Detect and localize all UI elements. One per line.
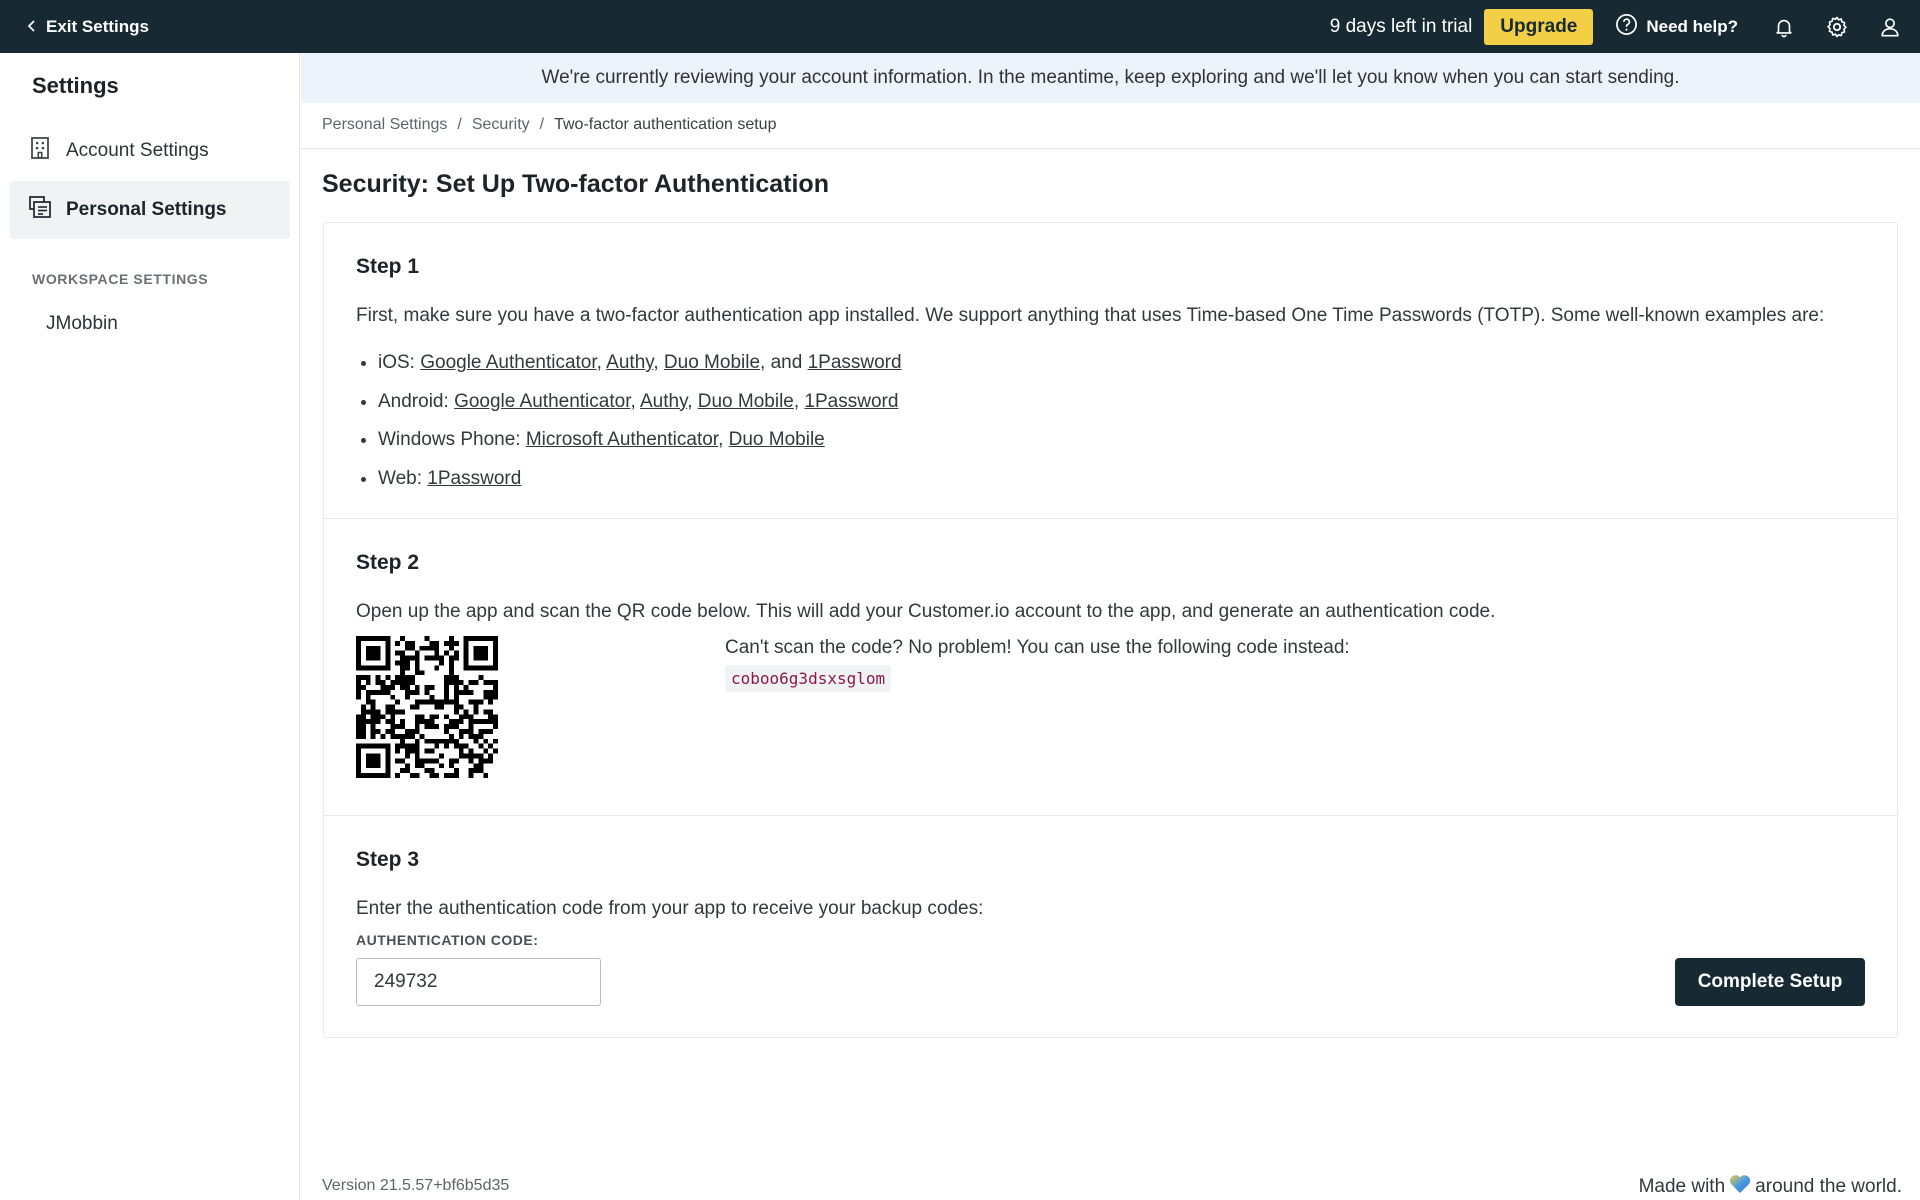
step-3-intro: Enter the authentication code from your … [356,898,984,919]
user-icon[interactable] [1878,15,1902,39]
sidebar-item-personal-settings[interactable]: Personal Settings [10,181,290,239]
app-link[interactable]: Duo Mobile [698,391,794,412]
id-card-icon [28,195,52,225]
top-bar: Exit Settings 9 days left in trial Upgra… [0,0,1920,53]
authentication-code-label: AUTHENTICATION CODE: [356,932,539,948]
exit-settings-label: Exit Settings [46,16,149,36]
breadcrumb-separator: / [539,116,545,133]
need-help-label: Need help? [1646,16,1738,36]
app-link[interactable]: Authy [606,352,653,373]
sidebar-title: Settings [32,73,119,98]
heart-icon [1729,1174,1751,1200]
made-with-love: Made with around the world. [1639,1174,1902,1200]
app-link[interactable]: Google Authenticator [454,391,630,412]
breadcrumb-personal-settings[interactable]: Personal Settings [322,116,447,134]
made-with-suffix: around the world. [1755,1176,1902,1197]
app-link[interactable]: Duo Mobile [664,352,760,373]
sidebar-item-workspace[interactable]: JMobbin [46,313,118,335]
exit-settings-link[interactable]: Exit Settings [0,17,149,37]
trial-status: 9 days left in trial [1329,15,1473,37]
gear-icon[interactable] [1825,15,1849,39]
two-factor-setup-card: Step 1 First, make sure you have a two-f… [323,222,1898,1038]
qr-code [356,636,498,778]
workspace-settings-heading: WORKSPACE SETTINGS [32,271,209,287]
platform-label: Android: [378,390,449,412]
platform-item: Web: 1Password [378,465,1897,504]
sidebar-item-label: Personal Settings [66,199,227,220]
platform-item: Android: Google Authenticator, Authy, Du… [378,388,1897,427]
app-link[interactable]: 1Password [808,352,902,373]
bell-icon[interactable] [1772,15,1796,39]
made-with-prefix: Made with [1638,1176,1726,1197]
app-link[interactable]: Google Authenticator [420,352,596,373]
manual-code-hint: Can't scan the code? No problem! You can… [725,637,1350,658]
step-3-heading: Step 3 [356,848,420,871]
platform-label: Windows Phone: [378,429,521,450]
step-1-intro: First, make sure you have a two-factor a… [356,305,1825,326]
step-2-intro: Open up the app and scan the QR code bel… [356,601,1496,622]
question-circle-icon [1615,13,1638,41]
app-link[interactable]: Duo Mobile [729,429,825,450]
step-3: Step 3 Enter the authentication code fro… [324,815,1897,1037]
app-link[interactable]: Microsoft Authenticator [526,429,718,450]
page-title: Security: Set Up Two-factor Authenticati… [322,170,829,198]
divider [301,148,1920,149]
complete-setup-button[interactable]: Complete Setup [1675,958,1865,1006]
platform-item: Windows Phone: Microsoft Authenticator, … [378,426,1897,465]
secret-code[interactable]: coboo6g3dsxsglom [725,665,892,692]
app-link[interactable]: 1Password [427,468,521,489]
authentication-code-input[interactable] [356,958,601,1006]
step-1: Step 1 First, make sure you have a two-f… [324,223,1897,518]
breadcrumb-security[interactable]: Security [472,116,530,134]
breadcrumb-current: Two-factor authentication setup [554,116,777,133]
step-1-heading: Step 1 [356,255,420,278]
step-2-heading: Step 2 [356,551,420,574]
platform-item: iOS: Google Authenticator, Authy, Duo Mo… [378,349,1897,388]
breadcrumb: Personal Settings / Security / Two-facto… [322,116,776,134]
banner-text: We're currently reviewing your account i… [541,67,1680,88]
need-help-button[interactable]: Need help? [1615,13,1738,41]
authenticator-app-list: iOS: Google Authenticator, Authy, Duo Mo… [378,349,1897,503]
app-link[interactable]: Authy [640,391,687,412]
upgrade-button[interactable]: Upgrade [1484,8,1594,45]
chevron-left-icon [26,17,38,37]
building-icon [28,136,52,166]
version-text: Version 21.5.57+bf6b5d35 [322,1177,510,1194]
platform-label: Web: [378,467,423,489]
step-2: Step 2 Open up the app and scan the QR c… [324,518,1897,815]
sidebar-item-label: Account Settings [66,140,209,161]
manual-code-block: Can't scan the code? No problem! You can… [725,637,1350,692]
sidebar-item-account-settings[interactable]: Account Settings [10,122,290,180]
app-link[interactable]: 1Password [804,391,898,412]
breadcrumb-separator: / [457,116,462,133]
platform-label: iOS: [378,352,415,373]
account-review-banner: We're currently reviewing your account i… [301,53,1920,103]
settings-sidebar: Settings Account Settings Personal Setti… [0,53,300,1200]
